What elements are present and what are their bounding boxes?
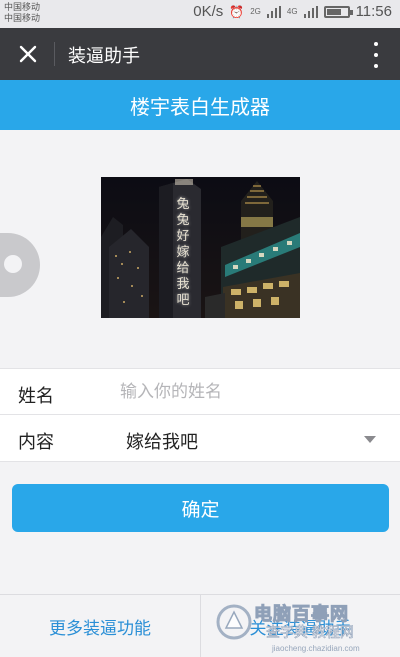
signal-icon-2 bbox=[303, 5, 318, 18]
close-icon bbox=[19, 45, 37, 63]
more-dot-icon bbox=[374, 64, 378, 68]
close-button[interactable] bbox=[10, 36, 46, 72]
page-banner: 楼宇表白生成器 bbox=[0, 80, 400, 130]
input-form: 姓名 内容 嫁给我吧 bbox=[0, 368, 400, 462]
status-time: 11:56 bbox=[355, 3, 392, 20]
dropdown-arrow-icon[interactable] bbox=[364, 436, 376, 443]
name-input[interactable] bbox=[120, 377, 380, 407]
confirm-button[interactable]: 确定 bbox=[12, 484, 389, 532]
bottom-bar: 更多装逼功能 关注装逼助手 bbox=[0, 594, 400, 657]
preview-area: 兔兔好嫁给我吧 bbox=[0, 130, 400, 368]
more-features-link[interactable]: 更多装逼功能 bbox=[0, 595, 200, 657]
banner-title: 楼宇表白生成器 bbox=[130, 96, 270, 119]
content-row[interactable]: 内容 嫁给我吧 bbox=[0, 415, 400, 462]
building-preview-image: 兔兔好嫁给我吧 bbox=[101, 177, 300, 318]
network-speed: 0K/s bbox=[193, 3, 224, 20]
battery-fill bbox=[326, 8, 341, 15]
name-label: 姓名 bbox=[18, 386, 54, 406]
more-dot-icon bbox=[374, 53, 378, 57]
battery-icon bbox=[323, 5, 353, 18]
app-bar: 装逼助手 bbox=[0, 28, 400, 80]
name-row: 姓名 bbox=[0, 368, 400, 415]
network-type-2: 2G bbox=[250, 7, 261, 16]
status-bar: 中国移动 中国移动 0K/s ⏰ 2G 4G 11:56 bbox=[0, 0, 400, 28]
carrier-1: 中国移动 bbox=[4, 2, 41, 12]
more-options-button[interactable] bbox=[370, 42, 382, 68]
app-title: 装逼助手 bbox=[68, 46, 140, 66]
carrier-info: 中国移动 中国移动 bbox=[4, 2, 40, 24]
building-text: 兔兔好嫁给我吧 bbox=[176, 197, 190, 308]
alarm-icon: ⏰ bbox=[229, 4, 245, 19]
floating-bubble-icon[interactable] bbox=[0, 233, 40, 297]
signal-icon bbox=[266, 5, 281, 18]
night-city-illustration bbox=[101, 177, 300, 318]
status-indicators: 0K/s ⏰ 2G 4G 11:56 bbox=[193, 3, 392, 20]
carrier-2: 中国移动 bbox=[4, 13, 41, 23]
more-dot-icon bbox=[374, 42, 378, 46]
content-label: 内容 bbox=[18, 432, 54, 452]
app-bar-divider bbox=[54, 42, 55, 66]
follow-link[interactable]: 关注装逼助手 bbox=[201, 595, 400, 657]
content-select[interactable]: 嫁给我吧 bbox=[126, 428, 198, 454]
network-type: 4G bbox=[286, 7, 298, 16]
